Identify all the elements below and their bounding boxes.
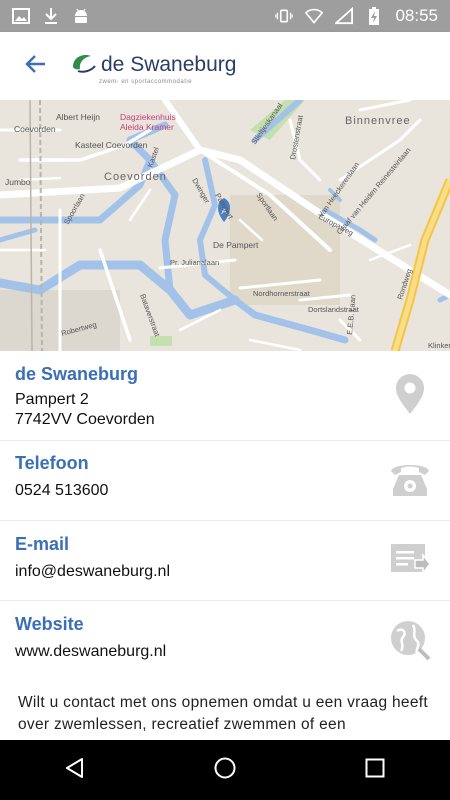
nav-home-button[interactable] <box>195 740 255 800</box>
divider <box>0 440 450 441</box>
map-label-nordhornerstraat: Nordhornerstraat <box>253 289 311 298</box>
nav-recents-button[interactable] <box>345 740 405 800</box>
contact-phone[interactable]: Telefoon 0524 513600 <box>0 453 450 501</box>
contact-website[interactable]: Website www.deswaneburg.nl <box>0 614 450 662</box>
map-label-binnenvree: Binnenvree <box>345 115 411 127</box>
map-label-coevorden: Coevorden <box>104 171 167 183</box>
map-label-de-pampert: De Pampert <box>213 240 259 250</box>
map-label-jumbo: Jumbo <box>5 177 31 187</box>
status-bar: 08:55 <box>0 0 450 32</box>
map-label-klinker: Klinker <box>428 341 450 350</box>
map-label-julianalaan: Pr. Julianalaan <box>170 258 219 267</box>
map-label-aleida: Aleida Kramer <box>120 122 174 132</box>
contact-phone-number: 0524 513600 <box>15 482 109 499</box>
globe-icon[interactable] <box>388 618 432 662</box>
download-icon <box>42 7 60 25</box>
contact-email[interactable]: E-mail info@deswaneburg.nl <box>0 534 450 582</box>
android-icon <box>72 7 90 25</box>
nav-back-button[interactable] <box>45 740 105 800</box>
divider <box>0 600 450 601</box>
logo-subtitle: zwem- en sportaccommodatie <box>99 79 193 85</box>
contact-phone-title: Telefoon <box>15 453 89 473</box>
wifi-icon <box>305 7 324 25</box>
contact-address-title: de Swaneburg <box>15 364 139 384</box>
swan-logo-icon <box>69 47 99 82</box>
signal-icon <box>335 7 354 25</box>
app-header: de Swaneburg zwem- en sportaccommodatie <box>0 32 450 100</box>
telephone-icon[interactable] <box>388 457 432 501</box>
image-icon <box>12 7 30 25</box>
logo: de Swaneburg zwem- en sportaccommodatie <box>69 47 236 85</box>
contact-address-street: Pampert 2 <box>15 391 89 408</box>
contact-website-title: Website <box>15 614 84 634</box>
arrow-left-icon <box>24 54 46 79</box>
map-label-albert-heijn: Albert Heijn <box>56 112 100 122</box>
contact-email-title: E-mail <box>15 534 70 554</box>
divider <box>0 520 450 521</box>
contact-website-url: www.deswaneburg.nl <box>15 643 167 660</box>
recents-square-icon <box>364 757 386 784</box>
map-label-dagziekenhuis: Dagziekenhuis <box>120 112 176 122</box>
location-pin-icon[interactable] <box>388 372 432 416</box>
contact-intro-text: Wilt u contact met ons opnemen omdat u e… <box>18 694 428 733</box>
battery-charging-icon <box>365 7 383 25</box>
back-triangle-icon <box>64 757 86 784</box>
home-circle-icon <box>213 756 237 785</box>
clock-time: 08:55 <box>395 6 438 25</box>
contact-email-address: info@deswaneburg.nl <box>15 563 171 580</box>
map-label-coevorden-station: Coevorden <box>14 124 56 134</box>
contact-address-city: 7742VV Coevorden <box>15 411 155 428</box>
back-button[interactable] <box>15 46 55 86</box>
map-label-kasteel: Kasteel Coevorden <box>75 140 148 150</box>
email-icon[interactable] <box>388 538 432 582</box>
vibrate-icon <box>275 7 294 25</box>
logo-text: de Swaneburg <box>101 52 237 76</box>
contact-address[interactable]: de Swaneburg Pampert 2 7742VV Coevorden <box>0 364 450 430</box>
system-nav-bar <box>0 740 450 800</box>
location-map[interactable]: A Albert Heijn Dagziekenhuis Aleida Kram… <box>0 100 450 351</box>
